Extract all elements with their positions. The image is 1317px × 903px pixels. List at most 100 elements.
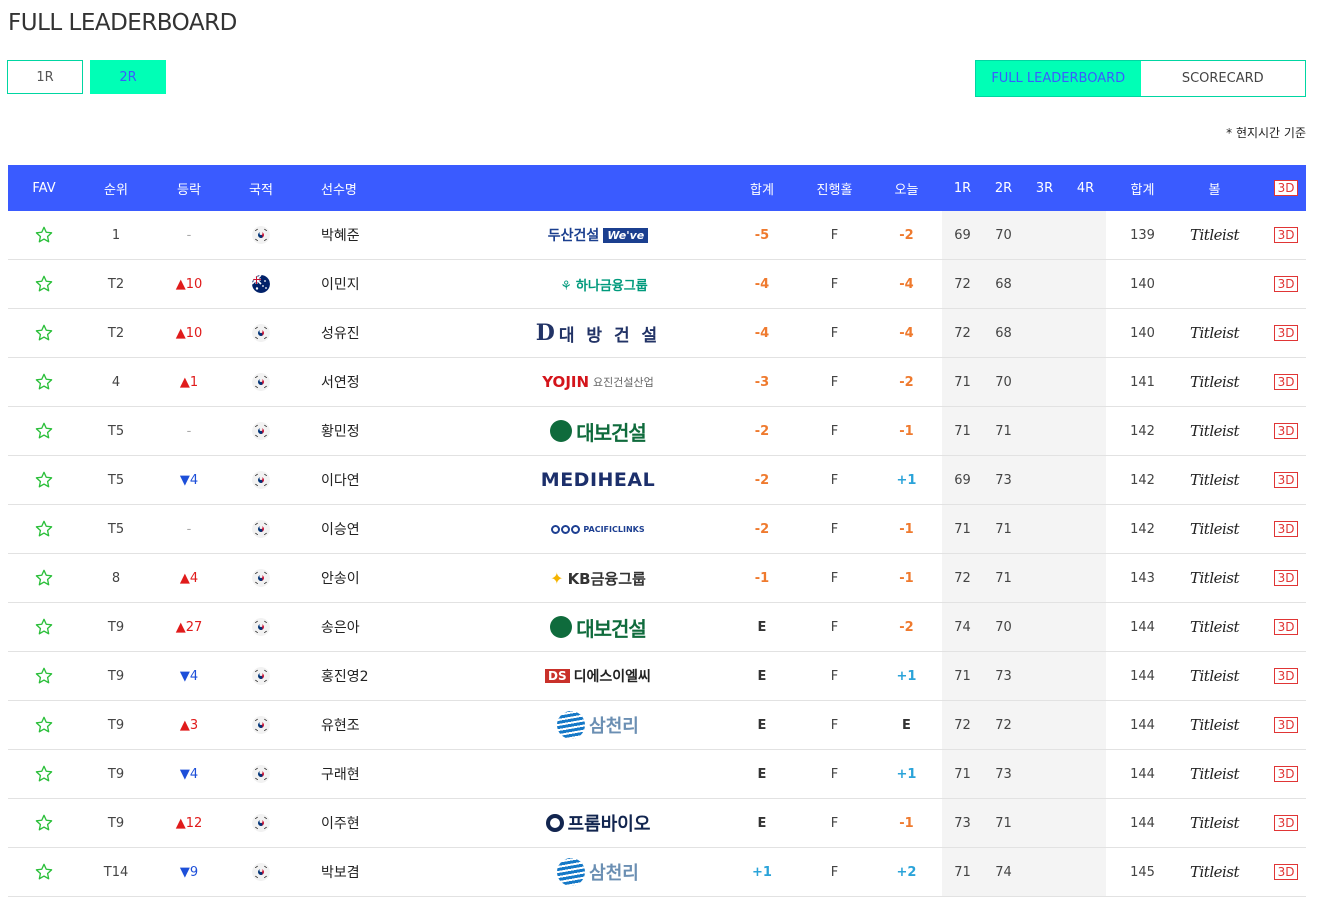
star-outline-icon[interactable]	[34, 764, 54, 784]
player-r4	[1065, 505, 1106, 553]
table-row[interactable]: T9 ▲3 유현조 삼천리 E F E 72 72 144 Titleist 3D	[8, 701, 1306, 750]
fav-toggle[interactable]	[8, 848, 80, 896]
player-name[interactable]: 홍진영2	[296, 652, 496, 700]
view-3d-button[interactable]: 3D	[1273, 521, 1299, 537]
player-thru: F	[830, 864, 839, 880]
fav-toggle[interactable]	[8, 407, 80, 455]
player-name[interactable]: 이민지	[296, 260, 496, 308]
move-down: ▼4	[179, 766, 199, 782]
player-name[interactable]: 박혜준	[296, 211, 496, 259]
view-3d-button[interactable]: 3D	[1273, 423, 1299, 439]
player-r4	[1065, 603, 1106, 651]
player-r3	[1024, 505, 1065, 553]
player-total: -3	[754, 374, 770, 390]
tab-round-2[interactable]: 2R	[90, 60, 166, 94]
fav-toggle[interactable]	[8, 505, 80, 553]
star-outline-icon[interactable]	[34, 323, 54, 343]
view-3d-button[interactable]: 3D	[1273, 570, 1299, 586]
sponsor-logo-daebang: D대 방 건 설	[535, 320, 661, 346]
table-row[interactable]: T2 ▲10 성유진 D 대 방 건 설 -4 F -4 72 68 140 Titleist 3D	[8, 309, 1306, 358]
player-nation	[226, 358, 296, 406]
player-name[interactable]: 황민정	[296, 407, 496, 455]
fav-toggle[interactable]	[8, 309, 80, 357]
table-row[interactable]: T14 ▼9 박보겸 삼천리 +1 F +2 71 74 145 Titleist 3D	[8, 848, 1306, 897]
player-thru: F	[830, 276, 839, 292]
view-3d-cell: 3D	[1250, 505, 1317, 553]
fav-toggle[interactable]	[8, 554, 80, 602]
row-spacer	[700, 407, 726, 455]
table-row[interactable]: T9 ▼4 홍진영2 DS 디에스이엘씨 E F +1 71 73 144 Titleist 3D	[8, 652, 1306, 701]
titleist-logo: Titleist	[1189, 324, 1240, 342]
player-r3	[1024, 799, 1065, 847]
player-pos: T14	[103, 864, 129, 880]
view-3d-button[interactable]: 3D	[1273, 864, 1299, 880]
player-total: E	[757, 717, 767, 733]
table-row[interactable]: T9 ▲27 송은아 대보건설 E F -2 74 70 144 Titleist 3D	[8, 603, 1306, 652]
player-name[interactable]: 유현조	[296, 701, 496, 749]
player-sum: 140	[1130, 276, 1155, 292]
player-ball: Titleist	[1179, 407, 1250, 455]
table-row[interactable]: T5 - 황민정 대보건설 -2 F -1 71 71 142 Titleist 3D	[8, 407, 1306, 456]
player-name[interactable]: 성유진	[296, 309, 496, 357]
table-row[interactable]: T5 - 이승연 PACIFICLINKS -2 F -1 71 71 142 Titleist 3D	[8, 505, 1306, 554]
table-row[interactable]: T9 ▼4 구래현 E F +1 71 73 144 Titleist 3D	[8, 750, 1306, 799]
player-r4	[1065, 358, 1106, 406]
triangle-up-icon: ▲	[179, 717, 190, 733]
star-outline-icon[interactable]	[34, 617, 54, 637]
star-outline-icon[interactable]	[34, 715, 54, 735]
table-row[interactable]: T5 ▼4 이다연 MEDIHEAL -2 F +1 69 73 142 Titleist 3D	[8, 456, 1306, 505]
player-name[interactable]: 이주현	[296, 799, 496, 847]
fav-toggle[interactable]	[8, 358, 80, 406]
fav-toggle[interactable]	[8, 260, 80, 308]
star-outline-icon[interactable]	[34, 372, 54, 392]
korea-flag-icon	[252, 324, 270, 342]
table-row[interactable]: T2 ▲10 이민지 ᅟ⚘ 하나금융그룹 -4 F -4 72 68 140 3D	[8, 260, 1306, 309]
star-outline-icon[interactable]	[34, 666, 54, 686]
player-r4	[1065, 799, 1106, 847]
fav-toggle[interactable]	[8, 750, 80, 798]
view-3d-button[interactable]: 3D	[1273, 619, 1299, 635]
star-outline-icon[interactable]	[34, 813, 54, 833]
view-3d-button[interactable]: 3D	[1273, 374, 1299, 390]
player-name[interactable]: 송은아	[296, 603, 496, 651]
star-outline-icon[interactable]	[34, 568, 54, 588]
player-name[interactable]: 구래현	[296, 750, 496, 798]
view-3d-button[interactable]: 3D	[1273, 815, 1299, 831]
player-name[interactable]: 박보겸	[296, 848, 496, 896]
view-3d-button[interactable]: 3D	[1273, 717, 1299, 733]
player-r1: 72	[942, 309, 983, 357]
star-outline-icon[interactable]	[34, 470, 54, 490]
star-outline-icon[interactable]	[34, 421, 54, 441]
fav-toggle[interactable]	[8, 799, 80, 847]
player-r3	[1024, 750, 1065, 798]
star-outline-icon[interactable]	[34, 274, 54, 294]
player-name[interactable]: 이승연	[296, 505, 496, 553]
table-row[interactable]: T9 ▲12 이주현 프롬바이오 E F -1 73 71 144 Titleist 3D	[8, 799, 1306, 848]
fav-toggle[interactable]	[8, 652, 80, 700]
star-outline-icon[interactable]	[34, 225, 54, 245]
fav-toggle[interactable]	[8, 211, 80, 259]
table-row[interactable]: 4 ▲1 서연정 YOJIN 요진건설산업 -3 F -2 71 70 141 Titleist 3D	[8, 358, 1306, 407]
fav-toggle[interactable]	[8, 701, 80, 749]
view-3d-button[interactable]: 3D	[1273, 325, 1299, 341]
fav-toggle[interactable]	[8, 603, 80, 651]
player-r3	[1024, 652, 1065, 700]
fav-toggle[interactable]	[8, 456, 80, 504]
tab-scorecard[interactable]: SCORECARD	[1140, 61, 1305, 96]
tab-round-1[interactable]: 1R	[7, 60, 83, 94]
view-3d-button[interactable]: 3D	[1273, 227, 1299, 243]
table-row[interactable]: 8 ▲4 안송이 ✦ KB금융그룹 -1 F -1 72 71 143 Titleist 3D	[8, 554, 1306, 603]
tab-full-leaderboard[interactable]: FULL LEADERBOARD	[976, 61, 1141, 96]
view-3d-button[interactable]: 3D	[1273, 766, 1299, 782]
player-name[interactable]: 안송이	[296, 554, 496, 602]
player-sponsor: D대 방 건 설	[496, 309, 700, 357]
player-total: -2	[754, 472, 770, 488]
player-name[interactable]: 서연정	[296, 358, 496, 406]
view-3d-button[interactable]: 3D	[1273, 276, 1299, 292]
player-name[interactable]: 이다연	[296, 456, 496, 504]
star-outline-icon[interactable]	[34, 862, 54, 882]
view-3d-button[interactable]: 3D	[1273, 668, 1299, 684]
star-outline-icon[interactable]	[34, 519, 54, 539]
table-row[interactable]: 1 - 박혜준 두산건설 We've -5 F -2 69 70 139 Titleist 3D	[8, 211, 1306, 260]
view-3d-button[interactable]: 3D	[1273, 472, 1299, 488]
